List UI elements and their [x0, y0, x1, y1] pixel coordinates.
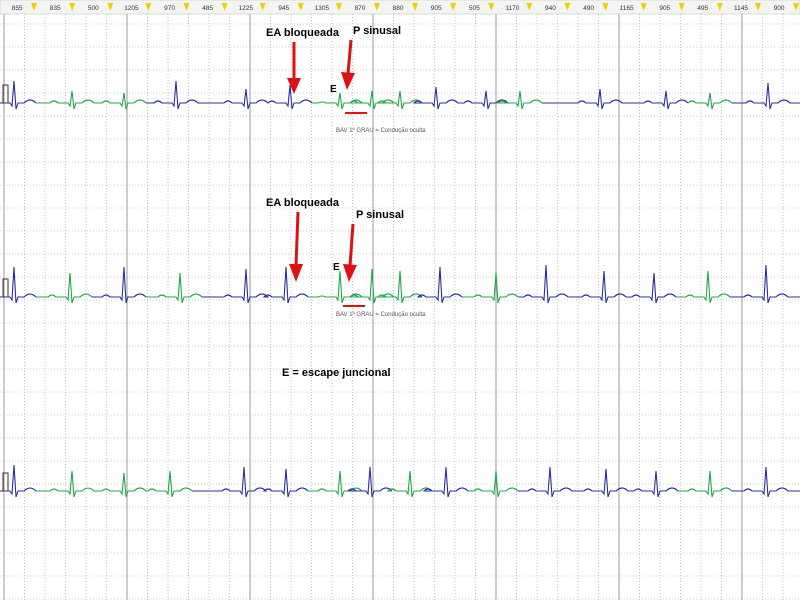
interval-value: 490 [583, 5, 594, 12]
ecg-trace-segment [0, 464, 37, 498]
ecg-trace-segment [0, 266, 37, 304]
escape-marker-1: E [330, 84, 337, 95]
interval-value: 500 [88, 5, 99, 12]
av-block-caption-2: BAV 1º GRAU = Condução oculta [336, 311, 426, 318]
interval-value: 940 [545, 5, 556, 12]
interval-value: 505 [469, 5, 480, 12]
ecg-trace-segment [386, 470, 433, 498]
ecg-trace-segment [416, 266, 463, 304]
ecg-trace-segment [146, 80, 313, 110]
interval-value: 880 [393, 5, 404, 12]
interval-value: 870 [355, 5, 366, 12]
ecg-trace-segment [518, 264, 677, 304]
annotations: EA bloqueada P sinusal E BAV 1º GRAU = C… [266, 25, 426, 379]
interval-value: 835 [50, 5, 61, 12]
ecg-trace-segment [308, 470, 363, 498]
interval-header: 855 835 500 1205 970 485 1225 945 1305 870 880 905 5… [0, 0, 800, 15]
interval-value: 905 [431, 5, 442, 12]
interval-value: 1205 [124, 5, 139, 12]
interval-value: 1170 [505, 5, 519, 12]
ecg-trace-segment [412, 86, 509, 110]
av-block-caption-1: BAV 1º GRAU = Condução oculta [336, 127, 426, 134]
interval-value: 855 [12, 5, 23, 12]
ecg-trace-segment [422, 466, 469, 498]
ecg-trace-segment [146, 272, 203, 304]
arrow-p-sinus-1 [341, 39, 355, 90]
ecg-trace-segment [687, 92, 733, 110]
interval-value: 905 [659, 5, 670, 12]
p-sinus-label-1: P sinusal [353, 25, 401, 37]
ecg-trace-segment [312, 90, 423, 110]
p-sinus-label-2: P sinusal [356, 209, 404, 221]
ecg-trace-segment [36, 90, 147, 110]
arrow-blocked-2 [289, 211, 303, 282]
arrow-p-sinus-2 [343, 223, 357, 282]
interval-value: 1145 [734, 5, 748, 12]
interval-value: 945 [278, 5, 289, 12]
ecg-trace-segment [36, 272, 93, 304]
ecg-trace-segment [308, 268, 423, 304]
ecg-trace-segment [676, 270, 731, 304]
ecg-trace-segment [518, 466, 679, 498]
ecg-trace-segment [730, 264, 800, 304]
escape-marker-2: E [333, 262, 340, 273]
arrow-blocked-1 [287, 42, 301, 94]
ecg-chart: 855 835 500 1205 970 485 1225 945 1305 870 880 905 5… [0, 0, 800, 600]
interval-value: 970 [164, 5, 175, 12]
ecg-trace-segment [542, 88, 689, 110]
ecg-trace-segment [92, 266, 147, 304]
blocked-atrial-label-2: EA bloqueada [266, 197, 340, 209]
interval-value: 900 [774, 5, 785, 12]
interval-value: 495 [697, 5, 708, 12]
interval-value: 1305 [315, 5, 330, 12]
ecg-trace-segment [346, 466, 393, 498]
interval-value: 1225 [238, 5, 253, 12]
interval-value: 1165 [620, 5, 634, 12]
ecg-grid [0, 14, 800, 600]
interval-value: 485 [202, 5, 213, 12]
ecg-trace-segment [462, 272, 519, 304]
ecg-traces [0, 80, 800, 498]
escape-legend: E = escape juncional [282, 367, 391, 379]
blocked-atrial-label-1: EA bloqueada [266, 27, 340, 39]
ecg-trace-segment [202, 266, 309, 304]
